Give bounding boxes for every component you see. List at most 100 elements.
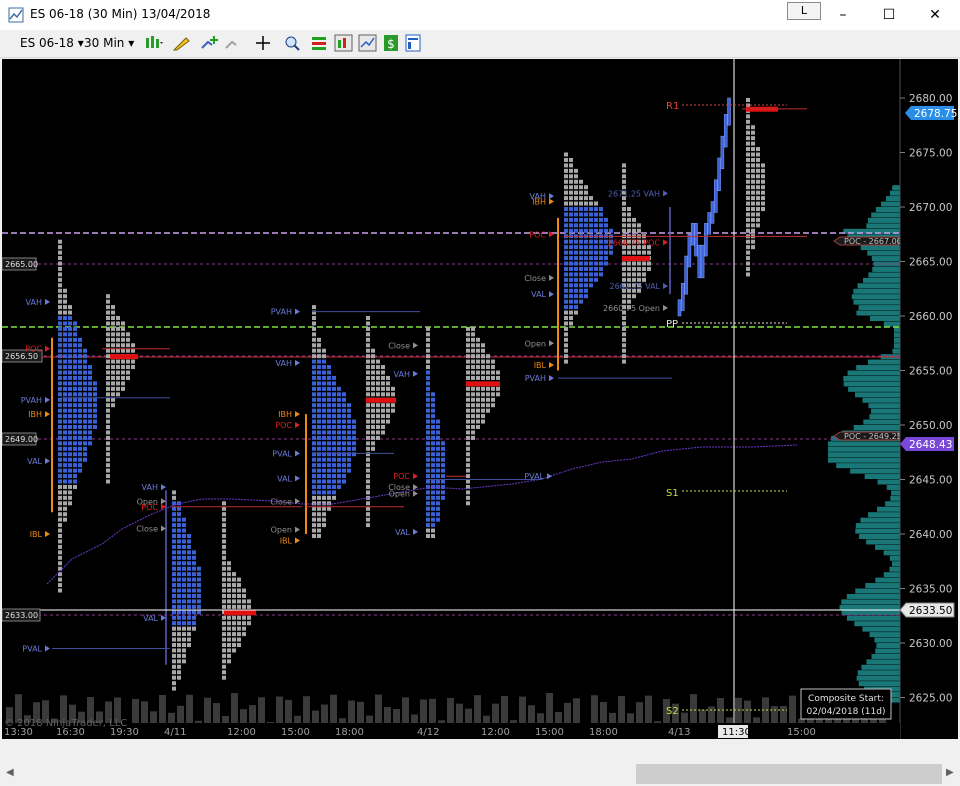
- profile-label: IBL: [280, 537, 293, 546]
- profile-label: POC: [529, 230, 546, 239]
- pivot-s2-label: S2: [666, 706, 679, 717]
- time-axis[interactable]: 13:30 16:30 19:30 4/11 12:00 15:00 18:00 4/12 12…: [2, 723, 900, 739]
- composite-volume-profile: [828, 185, 900, 703]
- time-axis-label: 12:00: [227, 727, 256, 738]
- svg-text:$: $: [387, 37, 395, 51]
- crosshair-price-badge: 2633.50: [899, 602, 955, 618]
- link-button[interactable]: L: [787, 2, 821, 20]
- svg-text:POC - 2649.25: POC - 2649.25: [844, 432, 902, 441]
- chart-trader-icon[interactable]: [358, 34, 378, 52]
- svg-text:2648.43: 2648.43: [909, 439, 952, 451]
- remove-indicator-icon[interactable]: [224, 34, 244, 52]
- profile-label: POC: [25, 345, 42, 354]
- profile-label: PVAH: [271, 308, 292, 317]
- vwap-price-badge: 2648.43: [900, 437, 954, 451]
- price-axis-label: 2655.00: [909, 366, 952, 378]
- price-axis[interactable]: 2680.00 2675.00 2670.00 2665.00 2660.00 2655.…: [899, 59, 958, 739]
- profile-label: VAL: [143, 614, 158, 623]
- svg-text:2678.75: 2678.75: [914, 108, 957, 120]
- profile-label: IBH: [278, 410, 292, 419]
- profile-label: PVAH: [21, 396, 42, 405]
- profile-label: Open: [271, 526, 292, 535]
- price-axis-label: 2640.00: [909, 529, 952, 541]
- scrollbar-thumb[interactable]: [636, 764, 942, 784]
- time-axis-label: 12:00: [481, 727, 510, 738]
- profile-label: 2660.75 Open: [603, 304, 660, 313]
- profile-label: Close: [388, 341, 410, 350]
- add-indicator-icon[interactable]: [200, 34, 220, 52]
- data-series-icon[interactable]: [334, 34, 354, 52]
- time-axis-label: 4/11: [164, 727, 186, 738]
- crosshair-icon[interactable]: [254, 34, 274, 52]
- composite-start-box: Composite Start: 02/04/2018 (11d): [800, 688, 892, 720]
- profile-label: POC: [275, 421, 292, 430]
- profile-label: PVAL: [272, 449, 292, 458]
- price-axis-label: 2670.00: [909, 202, 952, 214]
- profile-label: VAH: [26, 298, 42, 307]
- profile-label: POC: [141, 503, 158, 512]
- profile-label: Open: [525, 339, 546, 348]
- pivot-s1-label: S1: [666, 488, 679, 499]
- maximize-button[interactable]: ☐: [866, 0, 912, 30]
- horizontal-scrollbar[interactable]: ◀ ▶: [0, 762, 960, 786]
- svg-text:2633.50: 2633.50: [909, 605, 952, 617]
- profile-label: 2671.25 VAH: [608, 189, 660, 198]
- profile-label: VAH: [276, 359, 292, 368]
- time-axis-label: 15:00: [281, 727, 310, 738]
- composite-poc-tag-lower: POC - 2649.25: [833, 431, 902, 441]
- profile-label: 2662.75 VAL: [609, 282, 660, 291]
- composite-poc-tag-upper: POC - 2667.00: [833, 236, 902, 246]
- profile-label: PVAH: [525, 374, 546, 383]
- price-axis-label: 2680.00: [909, 93, 952, 105]
- profile-label: IBH: [28, 410, 42, 419]
- tpo-profiles: [51, 98, 778, 691]
- profile-label: IBH: [532, 198, 546, 207]
- profile-label: Open: [389, 490, 410, 499]
- minimize-button[interactable]: –: [820, 0, 866, 30]
- svg-text:Composite Start:: Composite Start:: [808, 694, 884, 704]
- copyright-text: © 2018 NinjaTrader, LLC: [4, 718, 127, 729]
- svg-text:2633.00: 2633.00: [5, 611, 38, 620]
- left-price-tag-2633: 2633.00: [2, 608, 41, 622]
- scroll-right-icon[interactable]: ▶: [946, 767, 954, 778]
- profile-label: POC: [393, 472, 410, 481]
- profile-label: VAL: [395, 528, 410, 537]
- time-axis-label: 18:00: [589, 727, 618, 738]
- price-axis-label: 2660.00: [909, 311, 952, 323]
- chart-panel[interactable]: R1 PP S1 S2 POC - 2667.00 POC - 2649.25 …: [2, 59, 958, 739]
- interval-selector[interactable]: 30 Min ▾: [84, 36, 134, 50]
- instrument-selector[interactable]: ES 06-18 ▾: [20, 36, 84, 50]
- price-axis-label: 2650.00: [909, 420, 952, 432]
- svg-text:2665.00: 2665.00: [5, 260, 38, 269]
- profile-label: VAL: [531, 290, 546, 299]
- profile-label: PVAL: [22, 644, 42, 653]
- price-axis-label: 2625.00: [909, 693, 952, 705]
- svg-text:02/04/2018 (11d): 02/04/2018 (11d): [807, 707, 886, 717]
- close-button[interactable]: ✕: [912, 0, 958, 30]
- time-axis-label: 4/13: [668, 727, 690, 738]
- price-axis-label: 2645.00: [909, 475, 952, 487]
- strategies-icon[interactable]: [310, 34, 330, 52]
- profile-label: IBL: [30, 530, 43, 539]
- time-axis-label: 15:00: [787, 727, 816, 738]
- chart-app-icon: [8, 7, 24, 23]
- profile-label: VAH: [394, 370, 410, 379]
- profile-label: Close: [270, 497, 292, 506]
- title-bar: ES 06-18 (30 Min) 13/04/2018 L – ☐ ✕: [0, 0, 960, 30]
- zoom-icon[interactable]: [282, 34, 302, 52]
- bar-chart-style-icon[interactable]: [144, 34, 164, 52]
- scroll-left-icon[interactable]: ◀: [6, 767, 14, 778]
- profile-label: Close: [136, 525, 158, 534]
- time-axis-label: 4/12: [417, 727, 439, 738]
- svg-text:POC - 2667.00: POC - 2667.00: [844, 237, 902, 246]
- profile-label: VAL: [27, 457, 42, 466]
- market-profile-chart[interactable]: R1 PP S1 S2 POC - 2667.00 POC - 2649.25 …: [2, 59, 958, 739]
- time-axis-label: 18:00: [335, 727, 364, 738]
- dollar-icon[interactable]: $: [382, 34, 402, 52]
- drawing-tool-icon[interactable]: [172, 34, 192, 52]
- window-title: ES 06-18 (30 Min) 13/04/2018: [30, 7, 211, 21]
- profile-label: Close: [524, 274, 546, 283]
- pivot-pp-label: PP: [666, 319, 678, 330]
- properties-icon[interactable]: [404, 34, 424, 52]
- last-price-badge: 2678.75: [905, 106, 957, 120]
